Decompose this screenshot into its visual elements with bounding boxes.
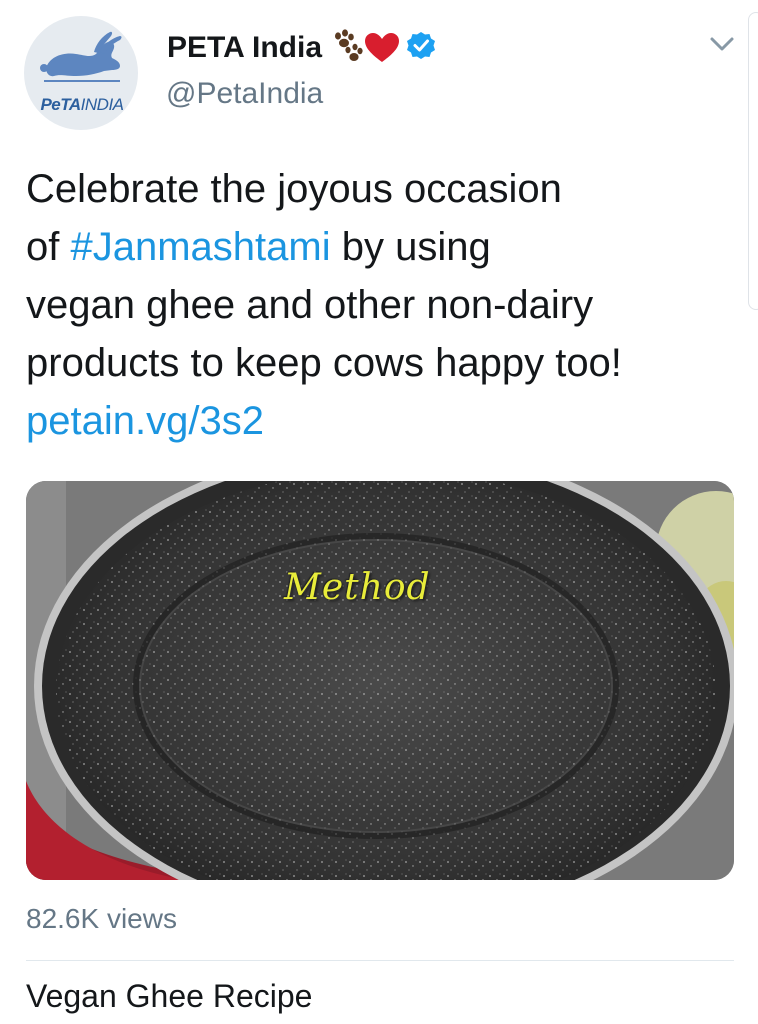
- author-display-name[interactable]: PETA India: [167, 31, 322, 65]
- tweet-line: of #Janmashtami by using: [26, 218, 736, 276]
- video-overlay-caption: Method: [284, 567, 431, 608]
- tweet-text-segment: of: [26, 225, 71, 269]
- divider: [26, 960, 734, 961]
- red-heart-icon: [365, 33, 399, 62]
- author-handle[interactable]: @PetaIndia: [166, 77, 323, 111]
- tweet-text: Celebrate the joyous occasion of #Janmas…: [26, 160, 736, 450]
- frying-pan-image: [26, 481, 734, 880]
- video-thumbnail[interactable]: Method: [26, 481, 734, 880]
- avatar-logo-text: PeTAINDIA: [40, 95, 124, 114]
- verified-badge-icon: [407, 32, 435, 59]
- view-count: 82.6K views: [26, 903, 177, 934]
- tweet-line: Celebrate the joyous occasion: [26, 167, 562, 211]
- tweet-line: products to keep cows happy too!: [26, 341, 622, 385]
- hashtag-link[interactable]: #Janmashtami: [70, 225, 330, 269]
- tweet-line: vegan ghee and other non-dairy: [26, 283, 594, 327]
- name-badges: [330, 28, 440, 68]
- scroll-edge: [748, 12, 758, 310]
- url-link[interactable]: petain.vg/3s2: [26, 392, 736, 450]
- avatar[interactable]: PeTAINDIA: [24, 16, 138, 130]
- paw-prints-icon: [335, 29, 363, 61]
- video-title[interactable]: Vegan Ghee Recipe: [26, 978, 312, 1015]
- chevron-down-icon[interactable]: [706, 32, 738, 56]
- tweet-text-segment: by using: [330, 225, 491, 269]
